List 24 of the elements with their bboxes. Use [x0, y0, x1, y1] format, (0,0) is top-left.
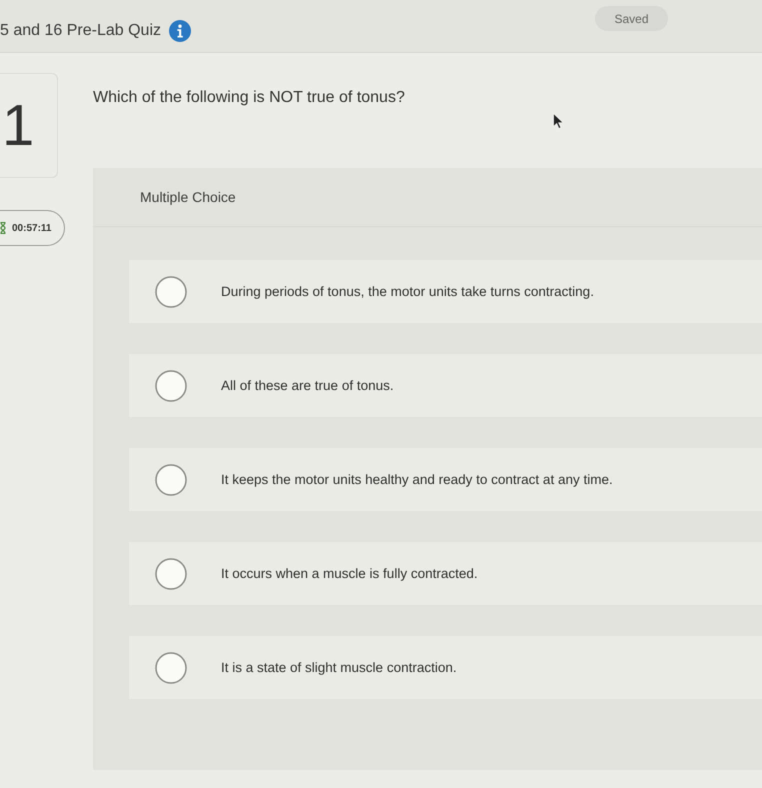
timer-text: 00:57:11	[12, 222, 52, 234]
answer-text: During periods of tonus, the motor units take turns contracting.	[221, 284, 594, 299]
saved-indicator: Saved	[595, 6, 668, 31]
answer-option[interactable]: It occurs when a muscle is fully contracted.	[129, 542, 762, 605]
question-prompt: Which of the following is NOT true of tonus?	[93, 89, 406, 107]
answer-option[interactable]: All of these are true of tonus.	[129, 354, 762, 417]
question-number: 1	[0, 73, 58, 178]
answer-text: All of these are true of tonus.	[221, 378, 394, 393]
answer-option[interactable]: During periods of tonus, the motor units take turns contracting.	[129, 260, 762, 323]
mouse-pointer-icon	[553, 113, 564, 129]
answer-text: It keeps the motor units healthy and ready to contract at any time.	[221, 472, 613, 487]
radio-button[interactable]	[155, 464, 187, 496]
answer-option[interactable]: It keeps the motor units healthy and ready to contract at any time.	[129, 448, 762, 511]
info-icon[interactable]	[169, 20, 191, 42]
radio-button[interactable]	[155, 558, 187, 590]
radio-button[interactable]	[155, 276, 187, 308]
hourglass-icon	[0, 222, 6, 234]
quiz-title: 5 and 16 Pre-Lab Quiz	[0, 22, 161, 40]
radio-button[interactable]	[155, 370, 187, 402]
radio-button[interactable]	[155, 652, 187, 684]
question-type-label: Multiple Choice	[140, 189, 236, 205]
answer-text: It is a state of slight muscle contraction.	[221, 660, 457, 675]
answer-option[interactable]: It is a state of slight muscle contraction.	[129, 636, 762, 699]
answer-text: It occurs when a muscle is fully contracted.	[221, 566, 478, 581]
